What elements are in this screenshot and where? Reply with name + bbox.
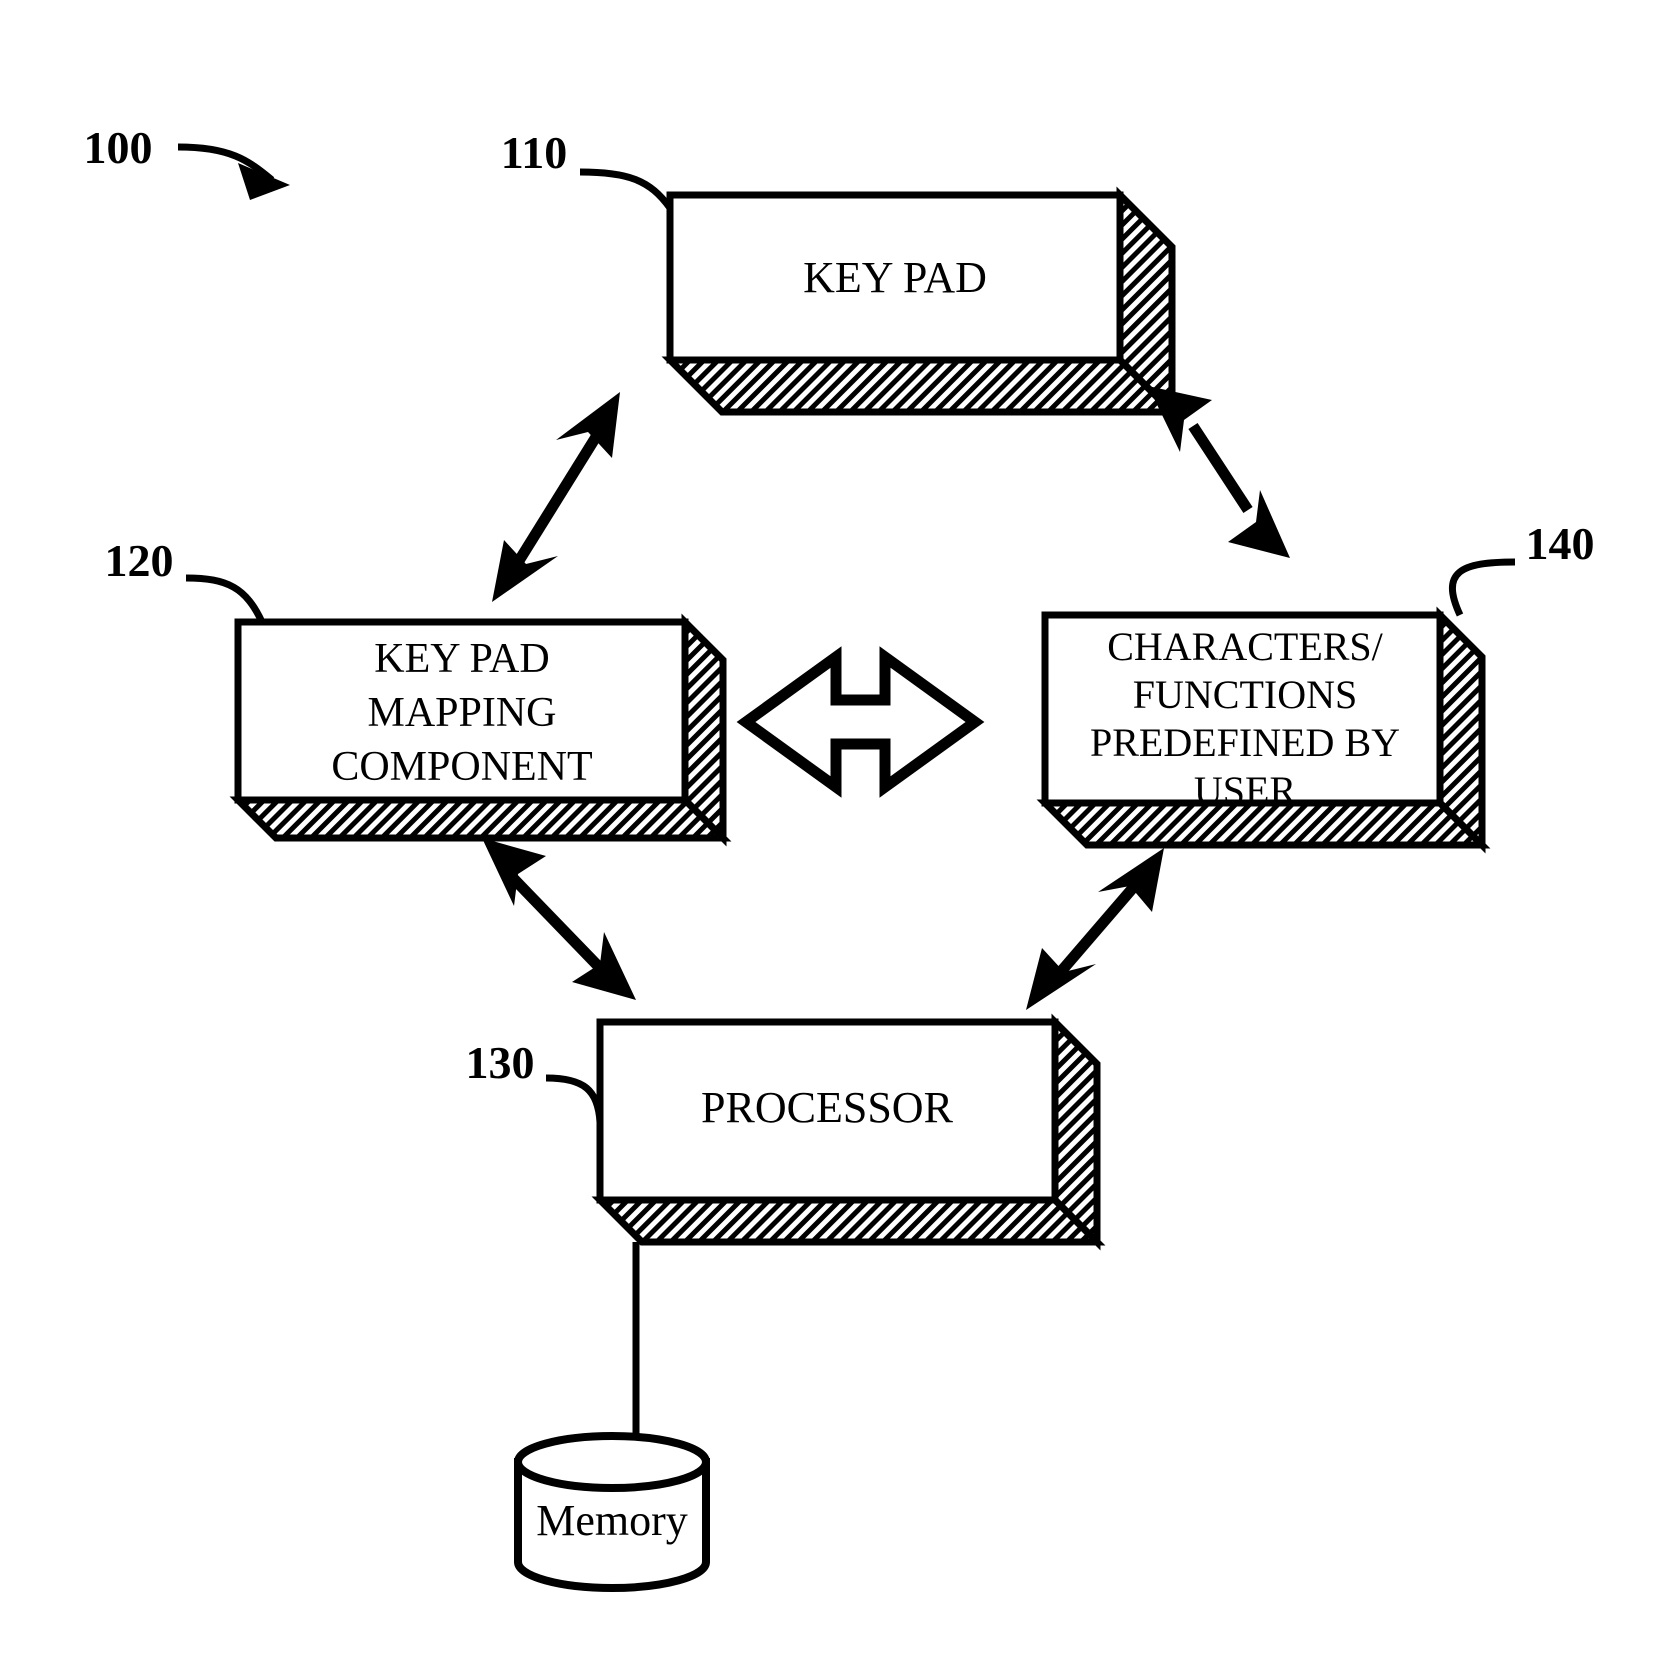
mapping-label-line-1: KEY PAD <box>374 636 549 682</box>
connector-mapping-processor <box>482 838 636 1000</box>
ref-callout-100: 100 <box>84 122 290 200</box>
predefined-label-line-1: CHARACTERS/ <box>1107 624 1383 669</box>
figure-canvas: 100 KEY PAD 110 KEY PAD MAPPING COMPONEN… <box>0 0 1654 1665</box>
ref-callout-130: 130 <box>466 1037 604 1123</box>
ref-number-110: 110 <box>501 127 567 178</box>
ref-number-100: 100 <box>84 122 153 173</box>
predefined-label-line-2: FUNCTIONS <box>1133 672 1357 717</box>
node-mapping-component[interactable]: KEY PAD MAPPING COMPONENT <box>229 613 732 847</box>
ref-number-130: 130 <box>466 1037 535 1088</box>
processor-box-bottom-face <box>591 1196 1106 1246</box>
mapping-box-bottom-face <box>229 796 732 842</box>
connector-processor-predefined <box>1026 848 1164 1010</box>
double-headed-hollow-arrow <box>736 646 985 798</box>
predefined-label-line-4: USER <box>1194 768 1297 813</box>
node-processor[interactable]: PROCESSOR <box>591 1013 1106 1251</box>
connector-keypad-predefined <box>1148 386 1290 558</box>
ref-number-120: 120 <box>105 535 174 586</box>
ref-number-140: 140 <box>1526 518 1595 569</box>
processor-label: PROCESSOR <box>701 1083 954 1132</box>
ref-callout-120: 120 <box>105 535 266 624</box>
connector-mapping-predefined <box>736 646 985 798</box>
predefined-label-line-3: PREDEFINED BY <box>1090 720 1400 765</box>
node-predefined-characters[interactable]: CHARACTERS/ FUNCTIONS PREDEFINED BY USER <box>1036 606 1491 854</box>
keypad-box-bottom-face <box>661 356 1181 416</box>
mapping-label-line-2: MAPPING <box>367 690 556 736</box>
keypad-label: KEY PAD <box>803 253 987 302</box>
node-memory[interactable]: Memory <box>514 1242 710 1592</box>
ref-callout-110: 110 <box>501 127 673 211</box>
mapping-label-line-3: COMPONENT <box>331 744 592 790</box>
block-diagram-svg: 100 KEY PAD 110 KEY PAD MAPPING COMPONEN… <box>84 122 1595 1592</box>
connector-mapping-keypad <box>492 392 620 602</box>
database-cylinder-icon <box>514 1432 710 1492</box>
ref-callout-140: 140 <box>1448 518 1595 617</box>
memory-label: Memory <box>536 1496 688 1545</box>
node-keypad[interactable]: KEY PAD <box>661 186 1181 421</box>
